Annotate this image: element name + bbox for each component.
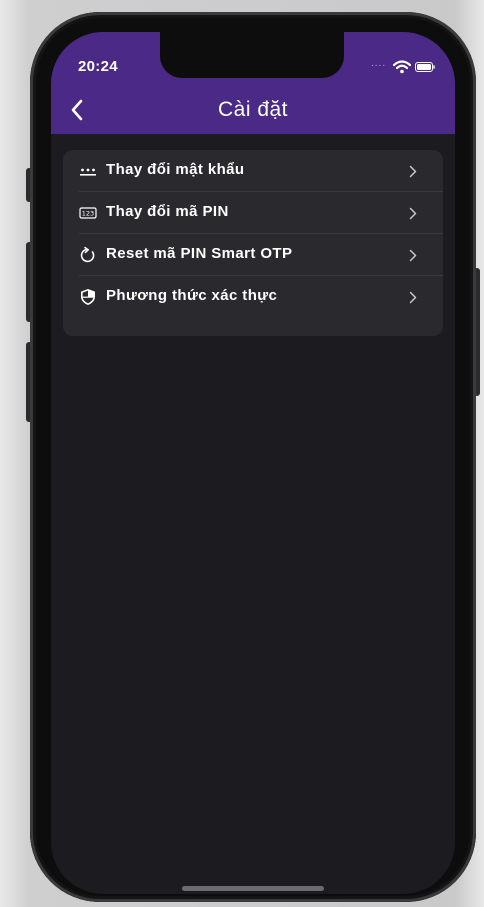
wifi-icon bbox=[393, 60, 411, 74]
settings-item-change-password[interactable]: Thay đổi mật khẩu bbox=[63, 150, 443, 192]
notch bbox=[160, 32, 344, 78]
navigation-bar: 20:24 .... Cài đặt bbox=[51, 32, 455, 134]
chevron-right-icon bbox=[409, 207, 417, 220]
pin-123-icon: 123 bbox=[79, 207, 97, 219]
settings-item-label: Thay đổi mật khẩu bbox=[106, 161, 245, 178]
settings-item-reset-smart-otp-pin[interactable]: Reset mã PIN Smart OTP bbox=[63, 234, 443, 276]
home-indicator bbox=[182, 886, 324, 891]
settings-list: Thay đổi mật khẩu 123 Thay đổi mã PIN Re… bbox=[63, 150, 443, 336]
settings-item-change-pin[interactable]: 123 Thay đổi mã PIN bbox=[63, 192, 443, 234]
settings-item-authentication-method[interactable]: Phương thức xác thực bbox=[63, 276, 443, 318]
device-mockup: 20:24 .... Cài đặt Thay đổi mật khẩu 123… bbox=[0, 0, 484, 907]
status-time: 20:24 bbox=[78, 58, 118, 75]
svg-text:123: 123 bbox=[82, 210, 94, 218]
password-dots-icon bbox=[80, 168, 96, 176]
battery-icon bbox=[415, 62, 435, 72]
chevron-right-icon bbox=[409, 249, 417, 262]
reset-icon bbox=[80, 246, 95, 263]
chevron-right-icon bbox=[409, 165, 417, 178]
shield-icon bbox=[81, 289, 95, 305]
settings-item-label: Reset mã PIN Smart OTP bbox=[106, 245, 293, 262]
page-title: Cài đặt bbox=[217, 98, 289, 121]
chevron-right-icon bbox=[409, 291, 417, 304]
settings-item-label: Thay đổi mã PIN bbox=[106, 203, 229, 220]
signal-dots: .... bbox=[371, 58, 387, 69]
settings-item-label: Phương thức xác thực bbox=[106, 287, 278, 304]
app-screen: 20:24 .... Cài đặt Thay đổi mật khẩu 123… bbox=[51, 32, 455, 894]
